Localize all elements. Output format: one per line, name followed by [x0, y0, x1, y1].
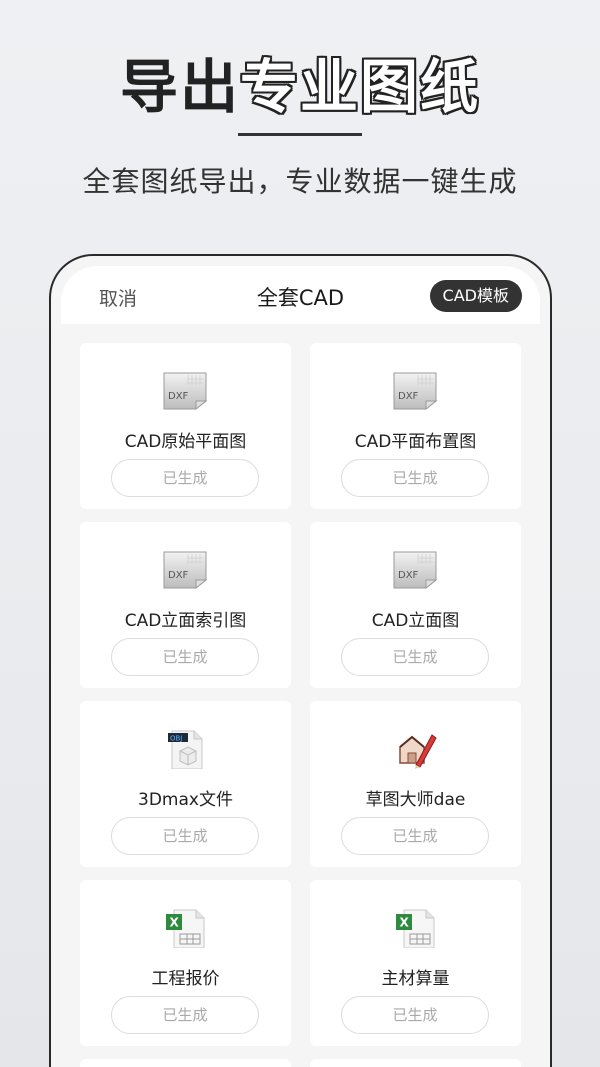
status-button[interactable]: 已生成 — [341, 459, 489, 497]
hero-subtitle: 全套图纸导出，专业数据一键生成 — [82, 165, 518, 198]
export-card-label: CAD原始平面图 — [124, 432, 247, 452]
export-card-partial — [310, 1059, 521, 1067]
excel-file-icon-text: X — [400, 916, 410, 930]
dxf-file-icon: DXF — [393, 372, 438, 411]
excel-file-icon: X — [166, 909, 205, 948]
export-card-label: 草图大师dae — [365, 790, 466, 810]
excel-file-icon: X — [396, 909, 435, 948]
export-card-label: 3Dmax文件 — [138, 790, 233, 810]
export-card[interactable]: DXF CAD立面图 已生成 — [310, 522, 521, 688]
status-button[interactable]: 已生成 — [111, 996, 259, 1034]
phone-screen: 取消 全套CAD CAD模板 DXF CAD原始平面图 已生成 DXF CAD平… — [61, 266, 540, 1067]
dxf-file-icon: DXF — [163, 551, 208, 590]
export-card[interactable]: X 主材算量 已生成 — [310, 880, 521, 1046]
dxf-file-icon-text: DXF — [168, 570, 189, 581]
dxf-file-icon-text: DXF — [398, 391, 419, 402]
export-card-label: 工程报价 — [151, 969, 220, 989]
status-button[interactable]: 已生成 — [341, 638, 489, 676]
export-card-label: CAD立面图 — [371, 611, 460, 631]
hero-title: 导出专业图纸 — [0, 52, 600, 122]
export-card-label: CAD平面布置图 — [354, 432, 477, 452]
status-button[interactable]: 已生成 — [341, 996, 489, 1034]
export-card-partial — [80, 1059, 291, 1067]
hero-divider — [238, 133, 362, 136]
cad-template-button[interactable]: CAD模板 — [429, 280, 522, 312]
obj-file-icon-text: OBJ — [170, 735, 182, 743]
export-card[interactable]: DXF CAD平面布置图 已生成 — [310, 343, 521, 509]
dxf-file-icon: DXF — [163, 372, 208, 411]
dxf-file-icon-text: DXF — [168, 391, 189, 402]
obj-file-icon: OBJ — [168, 730, 203, 769]
hero-title-outline: 专业图纸 — [240, 53, 481, 121]
status-button[interactable]: 已生成 — [111, 817, 259, 855]
phone-frame: 取消 全套CAD CAD模板 DXF CAD原始平面图 已生成 DXF CAD平… — [49, 254, 552, 1067]
status-button[interactable]: 已生成 — [111, 638, 259, 676]
status-button[interactable]: 已生成 — [341, 817, 489, 855]
status-button[interactable]: 已生成 — [111, 459, 259, 497]
nav-bar: 取消 全套CAD CAD模板 — [61, 266, 540, 324]
sketchup-icon — [399, 734, 437, 769]
dxf-file-icon: DXF — [393, 551, 438, 590]
export-card-label: CAD立面索引图 — [124, 611, 247, 631]
excel-file-icon-text: X — [170, 916, 180, 930]
export-card-label: 主材算量 — [381, 969, 450, 989]
export-card[interactable]: DXF CAD立面索引图 已生成 — [80, 522, 291, 688]
hero-title-dark: 导出 — [119, 53, 240, 121]
export-card[interactable]: X 工程报价 已生成 — [80, 880, 291, 1046]
export-card[interactable]: 草图大师dae 已生成 — [310, 701, 521, 867]
export-card[interactable]: OBJ 3Dmax文件 已生成 — [80, 701, 291, 867]
export-card[interactable]: DXF CAD原始平面图 已生成 — [80, 343, 291, 509]
dxf-file-icon-text: DXF — [398, 570, 419, 581]
